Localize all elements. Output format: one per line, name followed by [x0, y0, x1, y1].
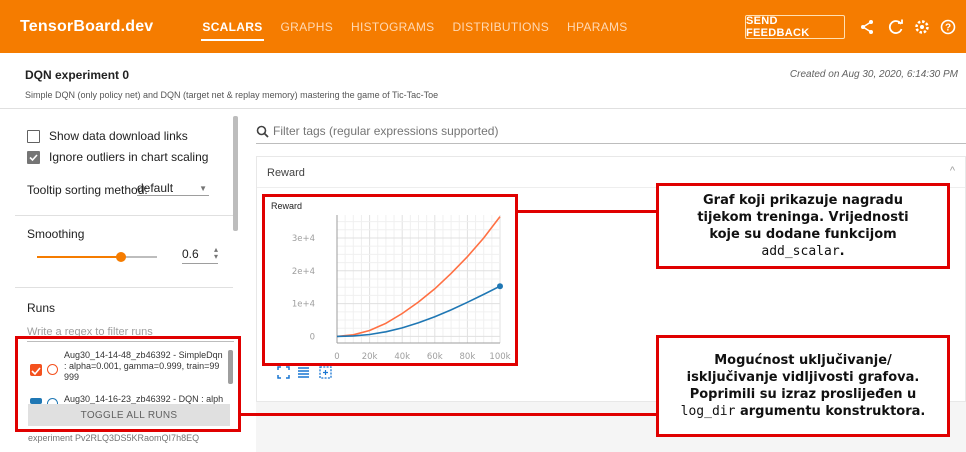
chart-highlight-box: [262, 194, 518, 366]
callout-text: isključivanje vidljivosti grafova.: [686, 370, 920, 385]
callout-connector: [518, 210, 658, 213]
code-snippet: add_scalar: [761, 244, 840, 259]
runs-explanation-callout: Mogućnost uključivanje/ isključivanje vi…: [656, 335, 950, 437]
callout-text: koje su dodane funkcijom: [709, 227, 897, 242]
callout-text: Mogućnost uključivanje/: [714, 353, 892, 368]
callout-text: tijekom treninga. Vrijednosti: [697, 210, 909, 225]
callout-text-tail: .: [839, 244, 845, 259]
callout-text: log_dir argumentu konstruktora.: [681, 403, 926, 420]
callout-text-tail: argumentu konstruktora.: [735, 404, 926, 419]
code-snippet: log_dir: [680, 404, 736, 419]
runs-highlight-box: [15, 336, 241, 432]
callout-connector: [241, 413, 658, 416]
callout-text: Graf koji prikazuje nagradu: [703, 193, 903, 208]
expand-chart-icon[interactable]: [277, 366, 290, 379]
toggle-y-log-icon[interactable]: [297, 366, 310, 379]
callout-text: Poprimili su izraz proslijeđen u: [689, 387, 917, 402]
chart-explanation-callout: Graf koji prikazuje nagradu tijekom tren…: [656, 183, 950, 269]
fit-domain-icon[interactable]: [319, 366, 332, 379]
callout-text: add_scalar.: [761, 243, 844, 260]
